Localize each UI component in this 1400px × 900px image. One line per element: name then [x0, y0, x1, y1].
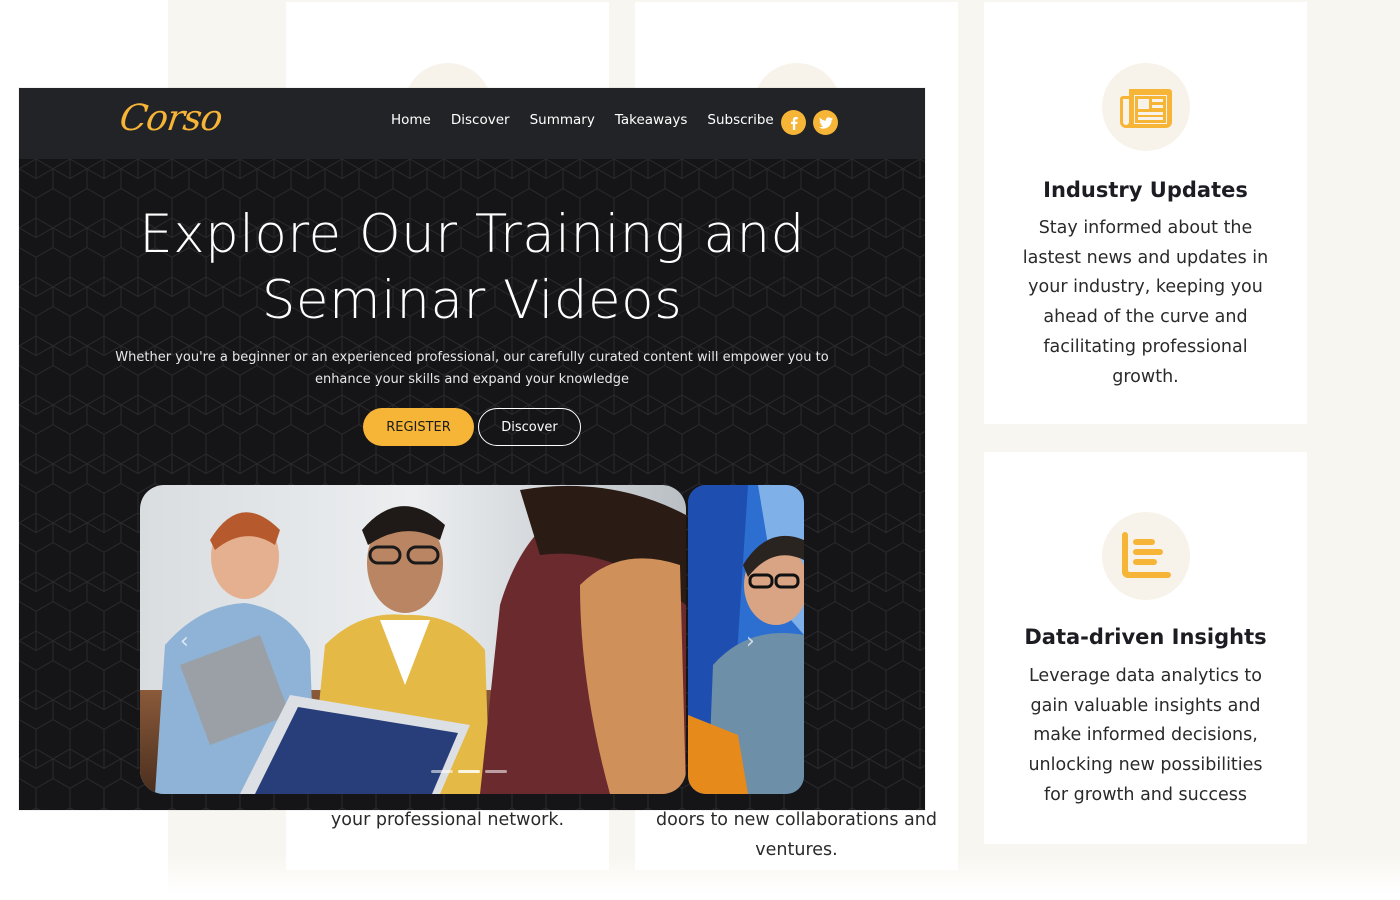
hero-section: Explore Our Training and Seminar Videos …: [19, 159, 925, 810]
newspaper-icon: [1119, 89, 1172, 128]
slider-indicator[interactable]: [431, 770, 453, 773]
bottom-fade: [168, 855, 1400, 900]
nav-link-summary[interactable]: Summary: [530, 112, 595, 128]
card-icon-circle: [1101, 63, 1190, 151]
data-list-icon: [1121, 532, 1171, 578]
hero-title: Explore Our Training and Seminar Videos: [139, 204, 805, 331]
card-title: Industry Updates: [1043, 178, 1248, 202]
team-meeting-photo: [140, 485, 686, 794]
slider-indicators: [431, 770, 507, 773]
nav-link-discover[interactable]: Discover: [451, 112, 510, 128]
website-preview-window: Corso Home Discover Summary Takeaways Su…: [19, 88, 925, 810]
slider-prev-arrow[interactable]: ‹: [180, 631, 189, 653]
twitter-icon: [818, 116, 833, 129]
twitter-button[interactable]: [813, 110, 838, 135]
facebook-icon: [790, 116, 798, 130]
slider-image-main[interactable]: [140, 485, 686, 794]
card-description: Leverage data analytics to gain valuable…: [1028, 666, 1263, 805]
hero-subtitle: Whether you're a beginner or an experien…: [115, 350, 829, 387]
nav-link-subscribe[interactable]: Subscribe: [707, 112, 773, 128]
slider-indicator[interactable]: [485, 770, 507, 773]
register-button[interactable]: REGISTER: [363, 408, 474, 446]
slider-indicator-active[interactable]: [458, 770, 480, 773]
navbar: Corso Home Discover Summary Takeaways Su…: [19, 88, 925, 159]
card-title: Data-driven Insights: [1024, 625, 1267, 649]
card-data-driven-insights: Data-driven Insights Leverage data analy…: [984, 452, 1307, 844]
discover-button[interactable]: Discover: [478, 408, 581, 446]
nav-link-home[interactable]: Home: [391, 112, 431, 128]
facebook-button[interactable]: [781, 110, 806, 135]
nav-links: Home Discover Summary Takeaways Subscrib…: [391, 112, 794, 128]
card-industry-updates: Industry Updates Stay informed about the…: [984, 2, 1307, 424]
card-icon-circle: [1101, 512, 1190, 600]
card-description: Stay informed about the lastest news and…: [1022, 218, 1269, 387]
card-description-partial: your professional network.: [330, 810, 565, 830]
nav-link-takeaways[interactable]: Takeaways: [615, 112, 688, 128]
logo[interactable]: Corso: [117, 98, 224, 139]
slider-next-arrow[interactable]: ›: [746, 631, 755, 653]
